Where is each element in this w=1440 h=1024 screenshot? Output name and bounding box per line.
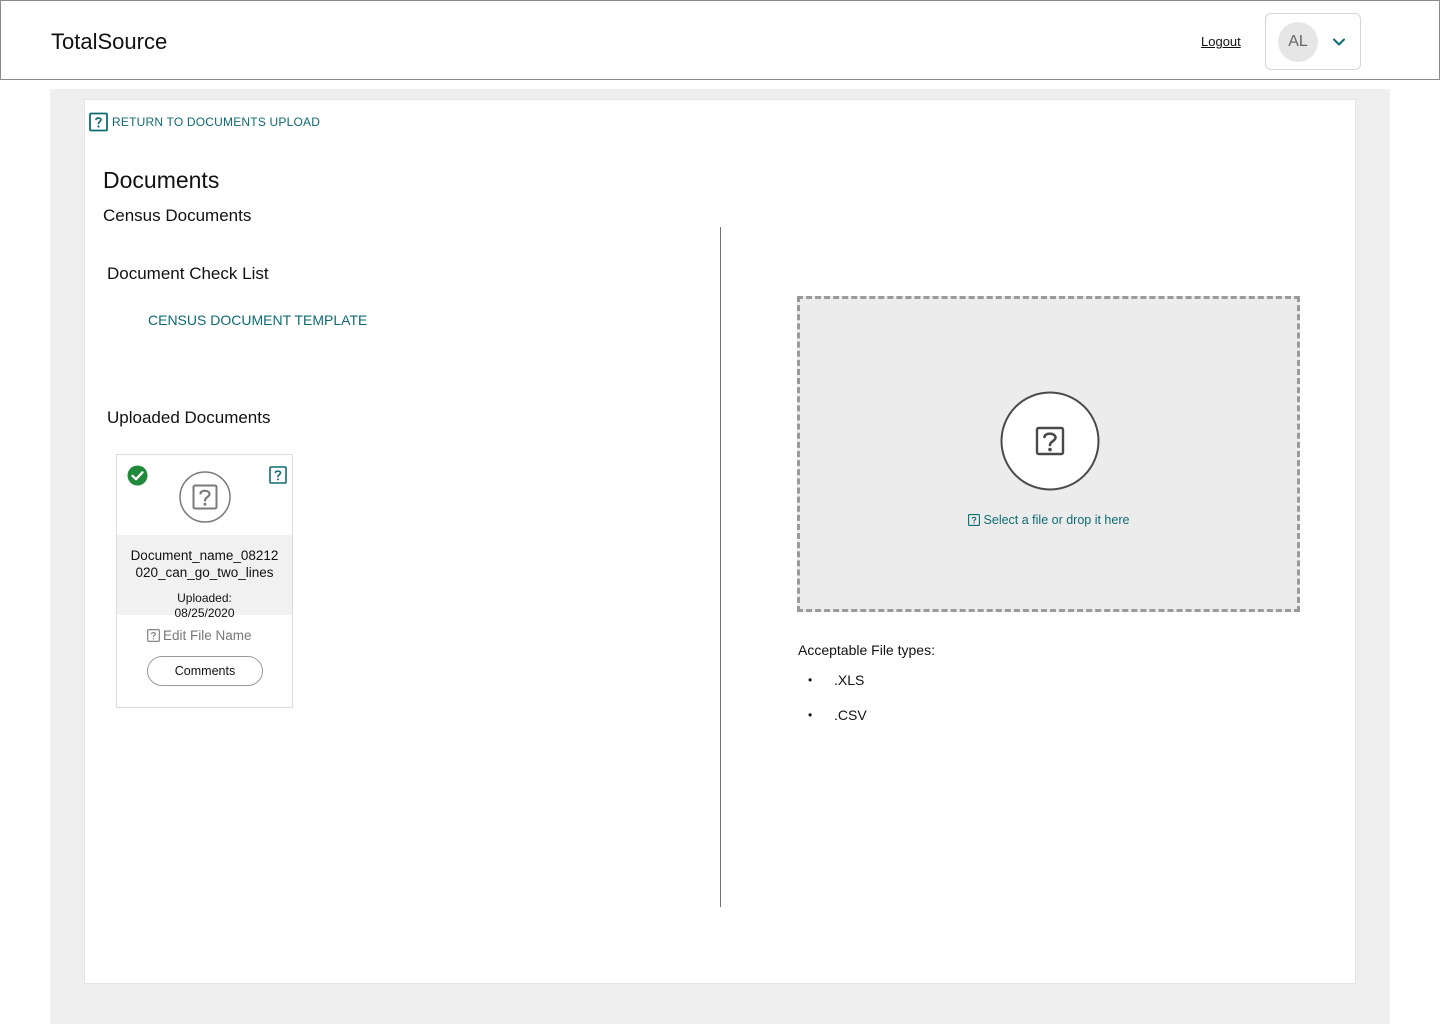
- comments-button[interactable]: Comments: [147, 656, 263, 686]
- chevron-down-icon: [1333, 38, 1345, 46]
- help-square-icon: [147, 629, 160, 642]
- uploaded-date: 08/25/2020: [174, 606, 235, 620]
- bullet-icon: •: [808, 673, 813, 687]
- document-thumbnail-icon: [179, 471, 231, 523]
- file-dropzone[interactable]: Select a file or drop it here: [797, 296, 1300, 612]
- file-type-label: .CSV: [834, 707, 867, 723]
- uploaded-label: Uploaded:: [177, 591, 232, 605]
- brand-name: TotalSource: [51, 29, 168, 54]
- page-title: Documents: [103, 167, 220, 193]
- help-circle-icon: [1000, 391, 1100, 491]
- help-square-icon: [967, 514, 980, 526]
- file-type-label: .XLS: [834, 672, 865, 688]
- edit-file-name-link[interactable]: Edit File Name: [147, 628, 252, 643]
- bullet-icon: •: [808, 708, 813, 722]
- avatar: AL: [1278, 22, 1318, 62]
- check-circle-icon: [127, 465, 148, 486]
- acceptable-file-types-title: Acceptable File types:: [798, 642, 935, 658]
- file-type-item: • .CSV: [808, 707, 867, 723]
- help-square-icon[interactable]: [269, 466, 287, 484]
- logout-link[interactable]: Logout: [1201, 34, 1241, 49]
- document-file-name-line1: Document_name_08212: [130, 548, 279, 563]
- help-square-icon: [89, 112, 108, 132]
- census-document-template-link[interactable]: CENSUS DOCUMENT TEMPLATE: [148, 312, 367, 328]
- checklist-title: Document Check List: [107, 264, 269, 283]
- document-upload-date: Uploaded: 08/25/2020: [117, 591, 292, 621]
- return-to-documents-upload-link[interactable]: RETURN TO DOCUMENTS UPLOAD: [89, 111, 320, 133]
- dropzone-label: Select a file or drop it here: [983, 513, 1130, 527]
- uploaded-documents-title: Uploaded Documents: [107, 408, 271, 427]
- top-header: TotalSource Logout AL: [0, 0, 1440, 80]
- document-file-name: Document_name_08212 020_can_go_two_lines: [117, 547, 292, 581]
- uploaded-document-card[interactable]: Document_name_08212 020_can_go_two_lines…: [116, 454, 293, 708]
- user-menu-button[interactable]: AL: [1265, 13, 1361, 70]
- edit-file-name-label: Edit File Name: [163, 628, 252, 643]
- file-type-item: • .XLS: [808, 672, 864, 688]
- page-subtitle: Census Documents: [103, 206, 252, 225]
- document-file-name-line2: 020_can_go_two_lines: [135, 565, 274, 580]
- return-link-label: RETURN TO DOCUMENTS UPLOAD: [112, 115, 321, 129]
- select-file-link[interactable]: Select a file or drop it here: [800, 513, 1297, 527]
- column-divider: [720, 227, 721, 907]
